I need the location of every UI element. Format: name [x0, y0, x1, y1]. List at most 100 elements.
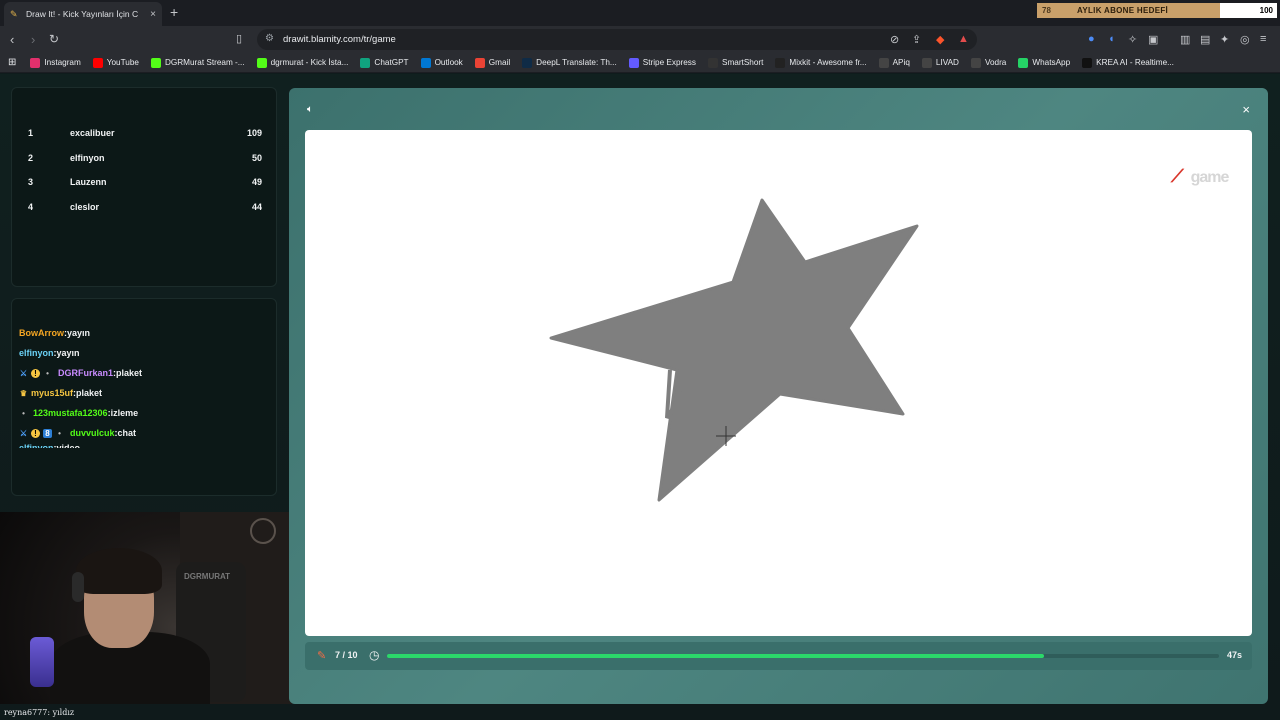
- leaderboard-row: 2 elfinyon 50: [12, 153, 278, 171]
- sword-badge-icon: ⚔: [19, 368, 28, 378]
- chat-message: BowArrow: yayın: [19, 328, 91, 338]
- bookmark-whatsapp-icon: [1018, 57, 1029, 68]
- bookmark-item[interactable]: Instagram: [30, 57, 81, 68]
- bookmark-item[interactable]: ChatGPT: [360, 57, 409, 68]
- bookmark-item[interactable]: Outlook: [420, 57, 463, 68]
- speaker-icon[interactable]: 🔈︎: [307, 104, 313, 115]
- chat-text: plaket: [76, 388, 103, 398]
- game-footer: ✎ 7 / 10 ◷ 47s: [305, 642, 1252, 670]
- bookmark-item[interactable]: Stripe Express: [628, 57, 696, 68]
- reload-icon[interactable]: ↻: [49, 32, 59, 46]
- extension-3-icon[interactable]: ▣: [1148, 33, 1158, 46]
- chat-message: ♛ myus15uf: plaket: [19, 388, 103, 398]
- address-toolbar: ‹ › ↻ ▯ ⚙ drawit.blamity.com/tr/game ⊘ ⇪…: [0, 26, 1280, 53]
- coin-badge-icon: !: [31, 368, 40, 378]
- chat-user[interactable]: elfinyon: [19, 348, 54, 358]
- goal-current: 78: [1042, 6, 1051, 15]
- sidebar-icon[interactable]: ▥: [1180, 33, 1190, 46]
- bookmark-item[interactable]: DeepL Translate: Th...: [522, 57, 617, 68]
- bookmark-item[interactable]: YouTube: [92, 57, 139, 68]
- leaderboard-score: 44: [251, 202, 262, 212]
- chat-user[interactable]: duvvulcuk: [70, 428, 115, 438]
- new-tab-icon[interactable]: +: [170, 4, 178, 20]
- url-bar[interactable]: ⚙ drawit.blamity.com/tr/game: [257, 29, 977, 50]
- chat-user[interactable]: 123mustafa12306: [33, 408, 108, 418]
- leaderboard-score: 49: [251, 177, 262, 187]
- bookmark-item[interactable]: SmartShort: [707, 57, 763, 68]
- sword-badge-icon: ⚔: [19, 428, 28, 438]
- bookmark-vodra-icon: [970, 57, 981, 68]
- bookmark-icon[interactable]: ▯: [236, 32, 242, 45]
- leaderboard-rank: 2: [28, 153, 34, 163]
- drawing-canvas[interactable]: ⟋ game: [305, 130, 1252, 636]
- apps-icon[interactable]: ⊞: [8, 57, 16, 68]
- browser-tab[interactable]: ✎ Draw It! - Kick Yayınları İçin C ×: [4, 2, 162, 26]
- leaderboard-rank: 3: [28, 177, 34, 187]
- vpn-icon[interactable]: ◎: [1240, 33, 1250, 46]
- leaderboard-name: cleslor: [70, 202, 100, 212]
- bookmark-kick-icon: [150, 57, 161, 68]
- forward-icon[interactable]: ›: [31, 32, 35, 47]
- tab-title: Draw It! - Kick Yayınları İçin C: [26, 9, 139, 19]
- bookmark-kick-icon: [256, 57, 267, 68]
- bookmark-item[interactable]: KREA AI - Realtime...: [1082, 57, 1174, 68]
- chat-message: ⚔ ! 8 • duvvulcuk: chat: [19, 428, 137, 438]
- ai-icon[interactable]: ✦: [1220, 33, 1229, 46]
- extensions-icon[interactable]: ✧: [1128, 33, 1137, 46]
- site-info-icon[interactable]: ⚙: [265, 33, 274, 44]
- chat-text: izleme: [110, 408, 139, 418]
- time-progress-fill: [387, 654, 1045, 658]
- extension-2-icon[interactable]: ◖: [1108, 33, 1115, 45]
- chat-caption: reyna6777: yıldız: [4, 708, 75, 717]
- bookmark-youtube-icon: [92, 57, 103, 68]
- url-text: drawit.blamity.com/tr/game: [283, 34, 396, 45]
- dot-badge-icon: •: [22, 408, 25, 418]
- chat-user[interactable]: myus15uf: [31, 388, 73, 398]
- bookmark-mixkit-icon: [775, 57, 786, 68]
- bookmark-item[interactable]: DGRMurat Stream -...: [150, 57, 245, 68]
- chat-user[interactable]: elfinyon: [19, 443, 54, 448]
- bookmark-livad-icon: [921, 57, 932, 68]
- leaderboard-rank: 1: [28, 128, 34, 138]
- bookmark-item[interactable]: WhatsApp: [1018, 57, 1070, 68]
- round-counter: 7 / 10: [335, 650, 358, 660]
- leaderboard-score: 109: [246, 128, 262, 138]
- star-drawing: [549, 198, 919, 502]
- chat-message: elfinyon: yayın: [19, 348, 80, 358]
- crown-badge-icon: ♛: [19, 388, 28, 398]
- close-icon[interactable]: ×: [1242, 102, 1250, 117]
- mute-icon[interactable]: ⊘: [890, 33, 899, 46]
- time-remaining: 47s: [1226, 650, 1242, 660]
- browser-tab-bar: ✎ Draw It! - Kick Yayınları İçin C × + 7…: [0, 0, 1280, 26]
- chat-user[interactable]: BowArrow: [19, 328, 64, 338]
- bookmark-item[interactable]: LIVAD: [921, 57, 959, 68]
- microphone: [30, 637, 54, 687]
- chat-user[interactable]: DGRFurkan1: [58, 368, 113, 378]
- share-icon[interactable]: ⇪: [912, 33, 921, 46]
- tab-close-icon[interactable]: ×: [150, 9, 156, 20]
- menu-icon[interactable]: ≡: [1260, 33, 1266, 45]
- headset: [72, 572, 84, 602]
- bookmark-instagram-icon: [30, 57, 41, 68]
- draw-it-game: 🔈︎ × ⟋ game ✎ 7 / 10 ◷ 47s: [289, 88, 1268, 704]
- chat-messages: BowArrow: yayın elfinyon: yayın ⚔ ! • DGRF…: [19, 323, 269, 448]
- bookmark-item[interactable]: Vodra: [970, 57, 1006, 68]
- brave-shield-icon[interactable]: ◆: [936, 33, 944, 46]
- bookmark-item[interactable]: Mixkit - Awesome fr...: [775, 57, 867, 68]
- goal-label: AYLIK ABONE HEDEFİ: [1077, 6, 1169, 15]
- back-icon[interactable]: ‹: [10, 32, 14, 47]
- wallet-icon[interactable]: ▤: [1200, 33, 1210, 46]
- bookmark-item[interactable]: APiq: [878, 57, 910, 68]
- leaderboard-panel: 1 excalibuer 109 2 elfinyon 50 3 Lauzenn…: [11, 87, 277, 287]
- rewards-icon[interactable]: ▲: [958, 33, 969, 45]
- bookmark-item[interactable]: dgrmurat - Kick İsta...: [256, 57, 348, 68]
- chat-message: • 123mustafa12306: izleme: [19, 403, 269, 423]
- sub-badge-icon: 8: [43, 428, 52, 438]
- webcam-overlay: DGRMURAT: [0, 512, 292, 704]
- bookmark-item[interactable]: Gmail: [474, 57, 510, 68]
- leaderboard-score: 50: [251, 153, 262, 163]
- extension-1-icon[interactable]: ●: [1088, 33, 1095, 45]
- brand-text: game: [1190, 169, 1230, 186]
- dot-badge-icon: •: [58, 428, 61, 438]
- bookmarks-bar: ⊞ Instagram YouTube DGRMurat Stream -...…: [0, 53, 1280, 73]
